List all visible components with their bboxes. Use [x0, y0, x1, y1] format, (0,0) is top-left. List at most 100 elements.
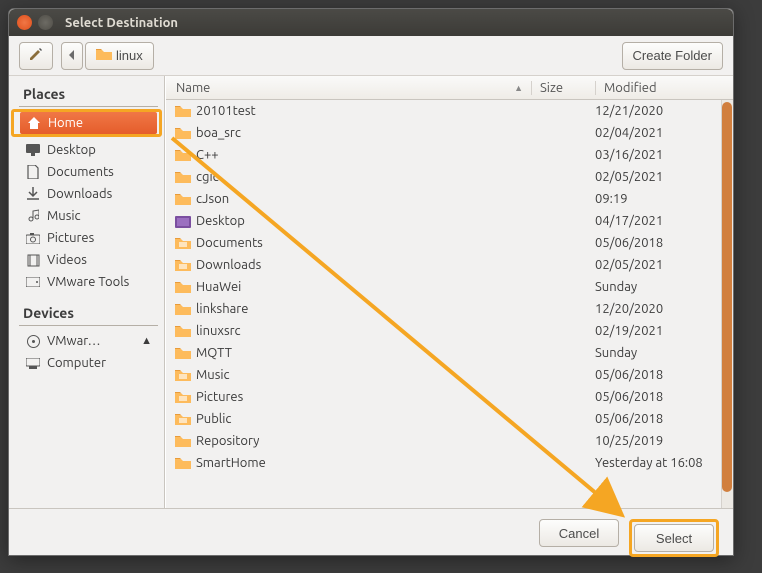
devices-heading: Devices — [19, 303, 158, 326]
file-name: SmartHome — [196, 456, 531, 470]
column-size[interactable]: Size — [531, 81, 595, 95]
file-modified: Sunday — [595, 280, 727, 294]
table-row[interactable]: Documents05/06/2018 — [166, 232, 733, 254]
dialog-footer: Cancel Select — [9, 508, 733, 567]
sidebar-item-computer[interactable]: Computer — [19, 352, 158, 374]
file-modified: 02/19/2021 — [595, 324, 727, 338]
folder-icon — [174, 455, 192, 471]
sidebar-item-label: Desktop — [47, 143, 96, 157]
pencil-icon — [28, 46, 44, 65]
minimize-icon[interactable] — [38, 15, 53, 30]
folder-icon — [174, 411, 192, 427]
file-modified: 05/06/2018 — [595, 390, 727, 404]
breadcrumb-linux[interactable]: linux — [85, 42, 154, 70]
eject-icon[interactable]: ▲ — [141, 335, 152, 347]
sidebar-item-desktop[interactable]: Desktop — [19, 139, 158, 161]
sort-asc-icon: ▲ — [514, 83, 523, 93]
file-modified: 12/21/2020 — [595, 104, 727, 118]
sidebar-item-label: VMwar… — [47, 334, 101, 348]
sidebar-item-music[interactable]: Music — [19, 205, 158, 227]
table-row[interactable]: MQTTSunday — [166, 342, 733, 364]
table-row[interactable]: linkshare12/20/2020 — [166, 298, 733, 320]
sidebar-item-label: Videos — [47, 253, 87, 267]
folder-icon — [174, 367, 192, 383]
camera-icon — [25, 233, 41, 244]
drive-icon — [25, 277, 41, 287]
file-modified: 10/25/2019 — [595, 434, 727, 448]
scrollbar[interactable] — [721, 100, 733, 508]
sidebar-item-vmware-disc[interactable]: VMwar… ▲ — [19, 330, 158, 352]
close-icon[interactable] — [17, 15, 32, 30]
computer-icon — [25, 358, 41, 369]
sidebar-item-videos[interactable]: Videos — [19, 249, 158, 271]
file-modified: Yesterday at 16:08 — [595, 456, 727, 470]
table-row[interactable]: Public05/06/2018 — [166, 408, 733, 430]
sidebar-item-vmware-tools[interactable]: VMware Tools — [19, 271, 158, 293]
file-modified: 03/16/2021 — [595, 148, 727, 162]
edit-path-button[interactable] — [19, 42, 53, 70]
table-row[interactable]: cgic02/05/2021 — [166, 166, 733, 188]
folder-icon — [174, 191, 192, 207]
column-name[interactable]: Name ▲ — [176, 81, 531, 95]
folder-icon — [174, 257, 192, 273]
file-name: Public — [196, 412, 531, 426]
file-name: Desktop — [196, 214, 531, 228]
sidebar-item-documents[interactable]: Documents — [19, 161, 158, 183]
desktop-icon — [25, 144, 41, 156]
file-pane: Name ▲ Size Modified 20101test 12/21/2020… — [165, 76, 733, 508]
titlebar[interactable]: Select Destination — [9, 9, 733, 36]
annotation-select-highlight: Select — [629, 519, 719, 557]
file-modified: 02/05/2021 — [595, 258, 727, 272]
file-name: cJson — [196, 192, 531, 206]
folder-icon — [174, 433, 192, 449]
table-row[interactable]: C++03/16/2021 — [166, 144, 733, 166]
toolbar: linux Create Folder — [9, 36, 733, 76]
file-modified: 05/06/2018 — [595, 368, 727, 382]
path-back-button[interactable] — [61, 42, 83, 70]
sidebar-item-label: Downloads — [47, 187, 112, 201]
file-modified: 04/17/2021 — [595, 214, 727, 228]
scrollbar-thumb[interactable] — [722, 102, 732, 492]
music-icon — [25, 209, 41, 223]
column-headers: Name ▲ Size Modified — [166, 76, 733, 100]
file-name: linuxsrc — [196, 324, 531, 338]
table-row[interactable]: Pictures 05/06/2018 — [166, 386, 733, 408]
folder-icon — [174, 323, 192, 339]
sidebar-item-label: Home — [48, 116, 83, 130]
table-row[interactable]: boa_src02/04/2021 — [166, 122, 733, 144]
disc-icon — [25, 335, 41, 348]
chevron-left-icon — [68, 48, 76, 63]
create-folder-button[interactable]: Create Folder — [622, 42, 723, 70]
select-button[interactable]: Select — [634, 524, 714, 552]
file-name: HuaWei — [196, 280, 531, 294]
file-name: cgic — [196, 170, 531, 184]
sidebar-item-downloads[interactable]: Downloads — [19, 183, 158, 205]
table-row[interactable]: Music05/06/2018 — [166, 364, 733, 386]
sidebar-item-home[interactable]: Home — [20, 112, 157, 134]
file-modified: 02/04/2021 — [595, 126, 727, 140]
places-heading: Places — [19, 84, 158, 107]
folder-icon — [174, 125, 192, 141]
sidebar-item-pictures[interactable]: Pictures — [19, 227, 158, 249]
file-name: 20101test — [196, 104, 531, 118]
table-row[interactable]: 20101test 12/21/2020 — [166, 100, 733, 122]
folder-icon — [174, 147, 192, 163]
table-row[interactable]: linuxsrc 02/19/2021 — [166, 320, 733, 342]
table-row[interactable]: Repository10/25/2019 — [166, 430, 733, 452]
table-row[interactable]: Downloads02/05/2021 — [166, 254, 733, 276]
table-row[interactable]: SmartHome Yesterday at 16:08 — [166, 452, 733, 474]
table-row[interactable]: HuaWei Sunday — [166, 276, 733, 298]
sidebar-item-label: Pictures — [47, 231, 94, 245]
window-title: Select Destination — [65, 16, 178, 30]
table-row[interactable]: Desktop 04/17/2021 — [166, 210, 733, 232]
download-icon — [25, 187, 41, 201]
film-icon — [25, 254, 41, 267]
sidebar-item-label: VMware Tools — [47, 275, 129, 289]
table-row[interactable]: cJson 09:19 — [166, 188, 733, 210]
cancel-button[interactable]: Cancel — [539, 519, 619, 547]
file-modified: 09:19 — [595, 192, 727, 206]
column-modified[interactable]: Modified — [595, 81, 727, 95]
file-name: Pictures — [196, 390, 531, 404]
file-list[interactable]: 20101test 12/21/2020 boa_src02/04/2021C++0… — [166, 100, 733, 508]
sidebar-item-label: Documents — [47, 165, 114, 179]
